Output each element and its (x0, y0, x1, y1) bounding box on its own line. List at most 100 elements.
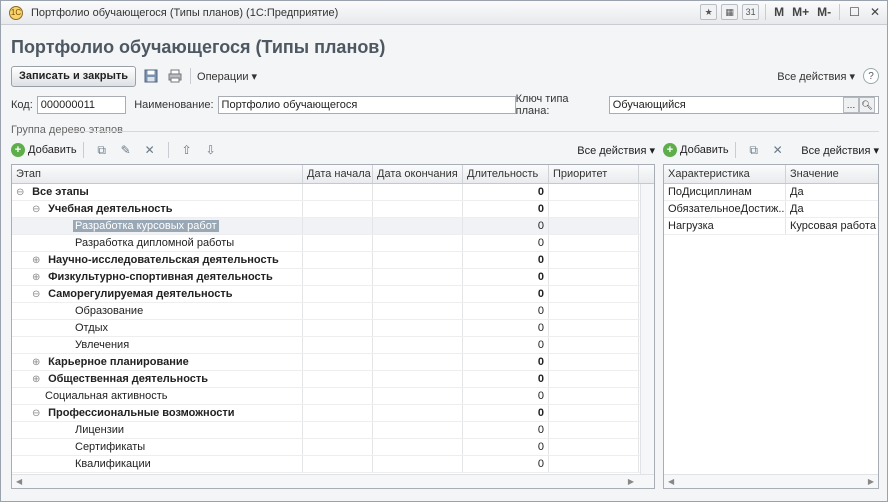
code-field[interactable]: 000000011 (36, 96, 127, 114)
start-date-cell[interactable] (303, 371, 373, 387)
duration-cell[interactable]: 0 (463, 303, 549, 319)
priority-cell[interactable] (549, 252, 639, 268)
collapse-icon[interactable]: ⊖ (32, 408, 43, 419)
column-header-duration[interactable]: Длительность (463, 165, 549, 183)
start-date-cell[interactable] (303, 235, 373, 251)
end-date-cell[interactable] (373, 371, 463, 387)
memory-m-button[interactable]: M (772, 5, 786, 19)
start-date-cell[interactable] (303, 286, 373, 302)
scroll-right-icon[interactable]: ▶ (868, 477, 874, 486)
stage-cell[interactable]: Отдых (12, 320, 303, 336)
stage-cell[interactable]: ⊕ Карьерное планирование (12, 354, 303, 370)
priority-cell[interactable] (549, 320, 639, 336)
table-row[interactable]: ⊕ Физкультурно-спортивная деятельность 0 (12, 269, 654, 286)
open-search-icon[interactable]: 🔍︎ (859, 97, 875, 113)
stage-cell[interactable]: ⊖ Учебная деятельность (12, 201, 303, 217)
column-header-start-date[interactable]: Дата начала (303, 165, 373, 183)
column-header-end-date[interactable]: Дата окончания (373, 165, 463, 183)
name-field[interactable]: Портфолио обучающегося (217, 96, 516, 114)
end-date-cell[interactable] (373, 286, 463, 302)
end-date-cell[interactable] (373, 456, 463, 472)
priority-cell[interactable] (549, 388, 639, 404)
stage-cell[interactable]: Квалификации (12, 456, 303, 472)
calendar-icon[interactable]: 31 (742, 4, 760, 20)
priority-cell[interactable] (549, 218, 639, 234)
characteristic-cell[interactable]: ОбязательноеДостиж... (664, 201, 786, 217)
stage-cell[interactable]: Разработка дипломной работы (12, 235, 303, 251)
duration-cell[interactable]: 0 (463, 201, 549, 217)
stage-cell[interactable]: ⊕ Общественная деятельность (12, 371, 303, 387)
stage-cell[interactable]: ⊕ Научно-исследовательская деятельность (12, 252, 303, 268)
value-cell[interactable]: Да (786, 184, 878, 200)
column-header-characteristic[interactable]: Характеристика (664, 165, 786, 183)
duration-cell[interactable]: 0 (463, 405, 549, 421)
props-all-actions-menu[interactable]: Все действия ▾ (801, 144, 879, 157)
priority-cell[interactable] (549, 286, 639, 302)
all-actions-menu[interactable]: Все действия ▾ (777, 70, 855, 83)
column-header-priority[interactable]: Приоритет (549, 165, 639, 183)
save-icon[interactable] (142, 67, 160, 85)
duration-cell[interactable]: 0 (463, 337, 549, 353)
stage-cell[interactable]: ⊖ Профессиональные возможности (12, 405, 303, 421)
table-row[interactable]: Нагрузка Курсовая работа (664, 218, 878, 235)
duration-cell[interactable]: 0 (463, 439, 549, 455)
table-row[interactable]: ПоДисциплинам Да (664, 184, 878, 201)
save-and-close-button[interactable]: Записать и закрыть (11, 65, 137, 87)
table-row[interactable]: ⊖ Учебная деятельность 0 (12, 201, 654, 218)
duration-cell[interactable]: 0 (463, 388, 549, 404)
duration-cell[interactable]: 0 (463, 286, 549, 302)
end-date-cell[interactable] (373, 201, 463, 217)
priority-cell[interactable] (549, 456, 639, 472)
stage-cell[interactable]: Социальная активность (12, 388, 303, 404)
table-row[interactable]: ⊖ Саморегулируемая деятельность 0 (12, 286, 654, 303)
end-date-cell[interactable] (373, 252, 463, 268)
table-row[interactable]: ⊕ Общественная деятельность 0 (12, 371, 654, 388)
calculator-icon[interactable]: ▦ (721, 4, 739, 20)
table-row[interactable]: Квалификации 0 (12, 456, 654, 473)
priority-cell[interactable] (549, 235, 639, 251)
stage-cell[interactable]: Лицензии (12, 422, 303, 438)
table-row[interactable]: ОбязательноеДостиж... Да (664, 201, 878, 218)
vertical-scrollbar[interactable] (640, 184, 654, 474)
table-row[interactable]: Разработка дипломной работы 0 (12, 235, 654, 252)
move-down-icon[interactable]: ⇩ (203, 143, 219, 157)
props-add-button[interactable]: Добавить (680, 144, 729, 156)
characteristic-cell[interactable]: ПоДисциплинам (664, 184, 786, 200)
stages-table[interactable]: Этап Дата начала Дата окончания Длительн… (11, 164, 655, 489)
table-row[interactable]: ⊖ Все этапы 0 (12, 184, 654, 201)
duration-cell[interactable]: 0 (463, 235, 549, 251)
stages-all-actions-menu[interactable]: Все действия ▾ (577, 144, 655, 157)
start-date-cell[interactable] (303, 337, 373, 353)
table-row[interactable]: Увлечения 0 (12, 337, 654, 354)
start-date-cell[interactable] (303, 439, 373, 455)
collapse-icon[interactable]: ⊖ (16, 187, 27, 198)
table-row[interactable]: Отдых 0 (12, 320, 654, 337)
end-date-cell[interactable] (373, 337, 463, 353)
move-up-icon[interactable]: ⇧ (179, 143, 195, 157)
characteristic-cell[interactable]: Нагрузка (664, 218, 786, 234)
scroll-left-icon[interactable]: ◀ (16, 477, 22, 486)
end-date-cell[interactable] (373, 422, 463, 438)
start-date-cell[interactable] (303, 218, 373, 234)
collapse-icon[interactable]: ⊖ (32, 289, 43, 300)
end-date-cell[interactable] (373, 439, 463, 455)
priority-cell[interactable] (549, 337, 639, 353)
maximize-icon[interactable]: ☐ (846, 5, 863, 19)
expand-icon[interactable]: ⊕ (32, 374, 43, 385)
duration-cell[interactable]: 0 (463, 320, 549, 336)
duration-cell[interactable]: 0 (463, 354, 549, 370)
plan-key-field[interactable]: Обучающийся … 🔍︎ (608, 96, 879, 114)
stage-cell[interactable]: Сертификаты (12, 439, 303, 455)
table-row[interactable]: ⊖ Профессиональные возможности 0 (12, 405, 654, 422)
start-date-cell[interactable] (303, 388, 373, 404)
print-icon[interactable] (166, 67, 184, 85)
table-row[interactable]: ⊕ Карьерное планирование 0 (12, 354, 654, 371)
start-date-cell[interactable] (303, 252, 373, 268)
duration-cell[interactable]: 0 (463, 456, 549, 472)
stage-cell[interactable]: Образование (12, 303, 303, 319)
start-date-cell[interactable] (303, 201, 373, 217)
expand-icon[interactable]: ⊕ (32, 255, 43, 266)
stage-cell[interactable]: ⊖ Саморегулируемая деятельность (12, 286, 303, 302)
priority-cell[interactable] (549, 405, 639, 421)
select-ellipsis-icon[interactable]: … (843, 97, 859, 113)
